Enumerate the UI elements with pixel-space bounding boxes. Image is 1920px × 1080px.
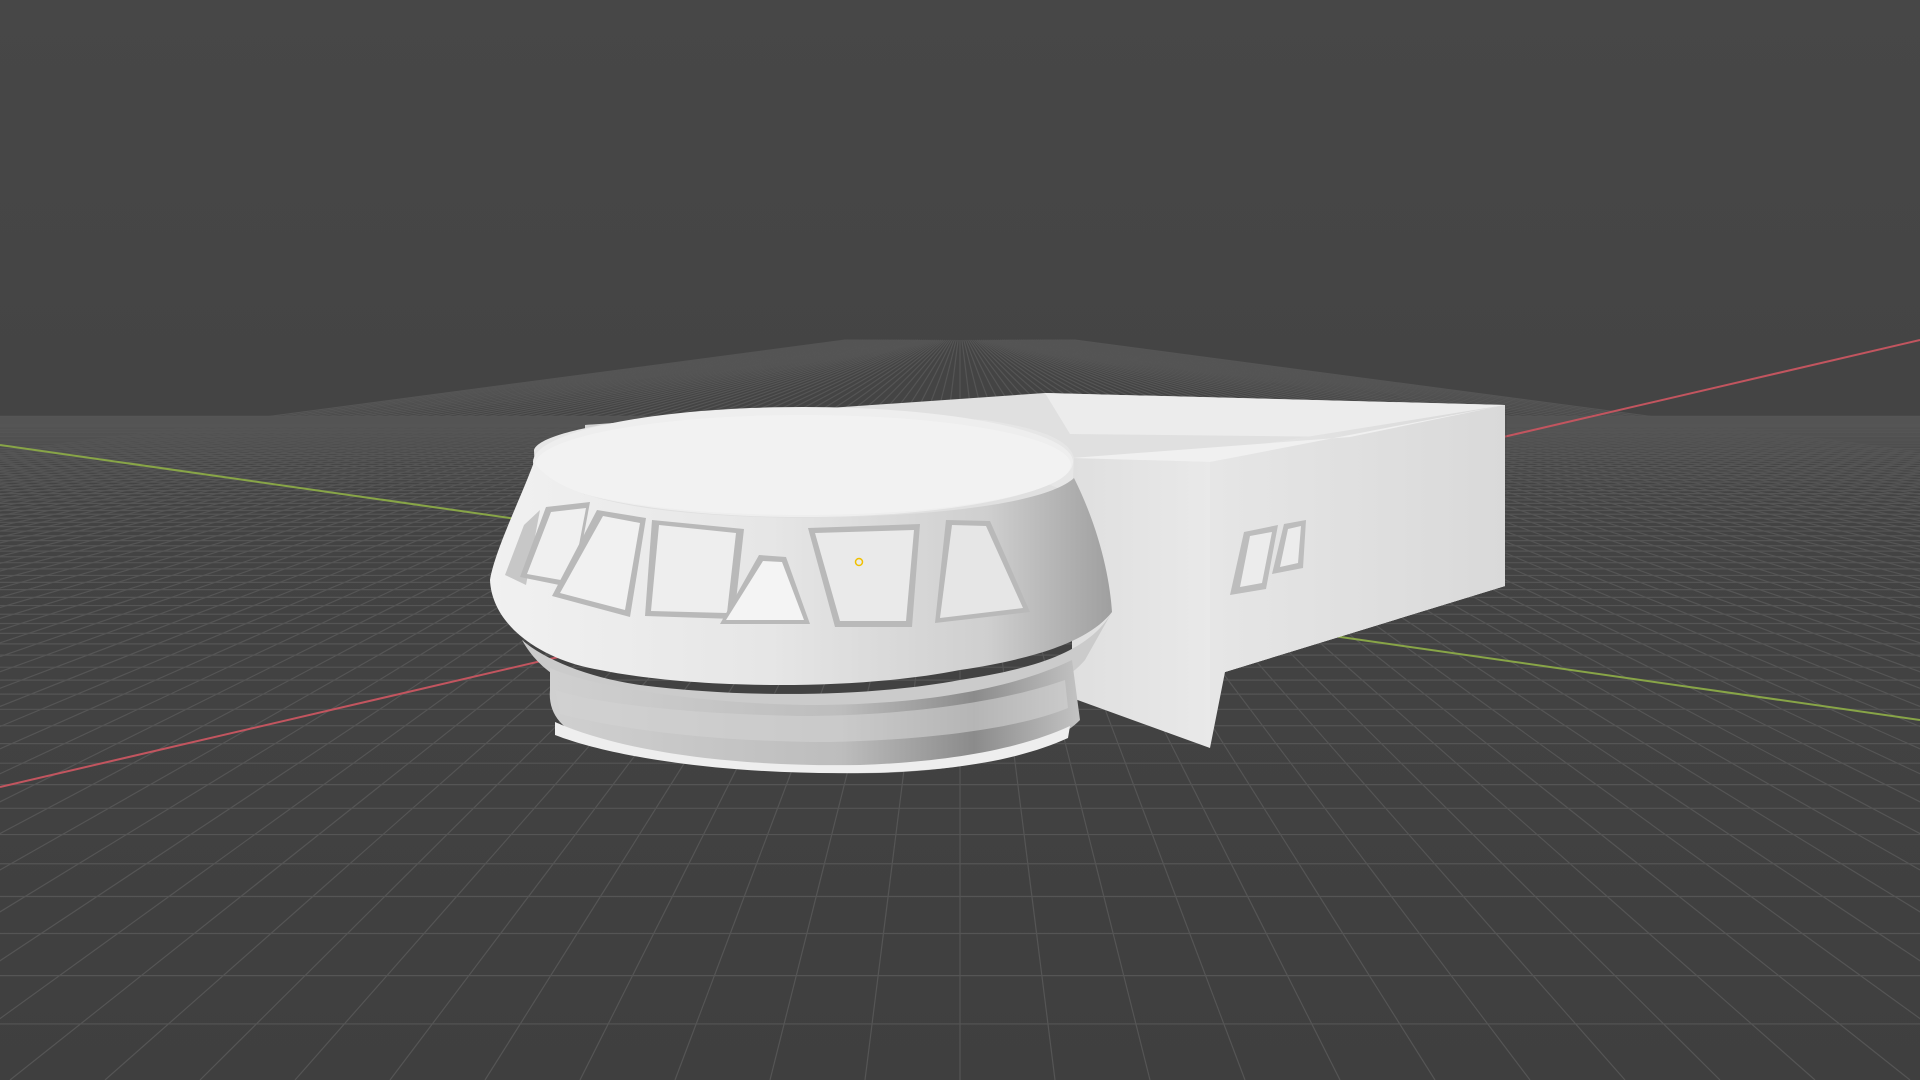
viewport-canvas[interactable] [0,0,1920,1080]
cylinder-top-surface [535,415,1071,515]
3d-viewport[interactable] [0,0,1920,1080]
window-4-glass [651,525,736,613]
